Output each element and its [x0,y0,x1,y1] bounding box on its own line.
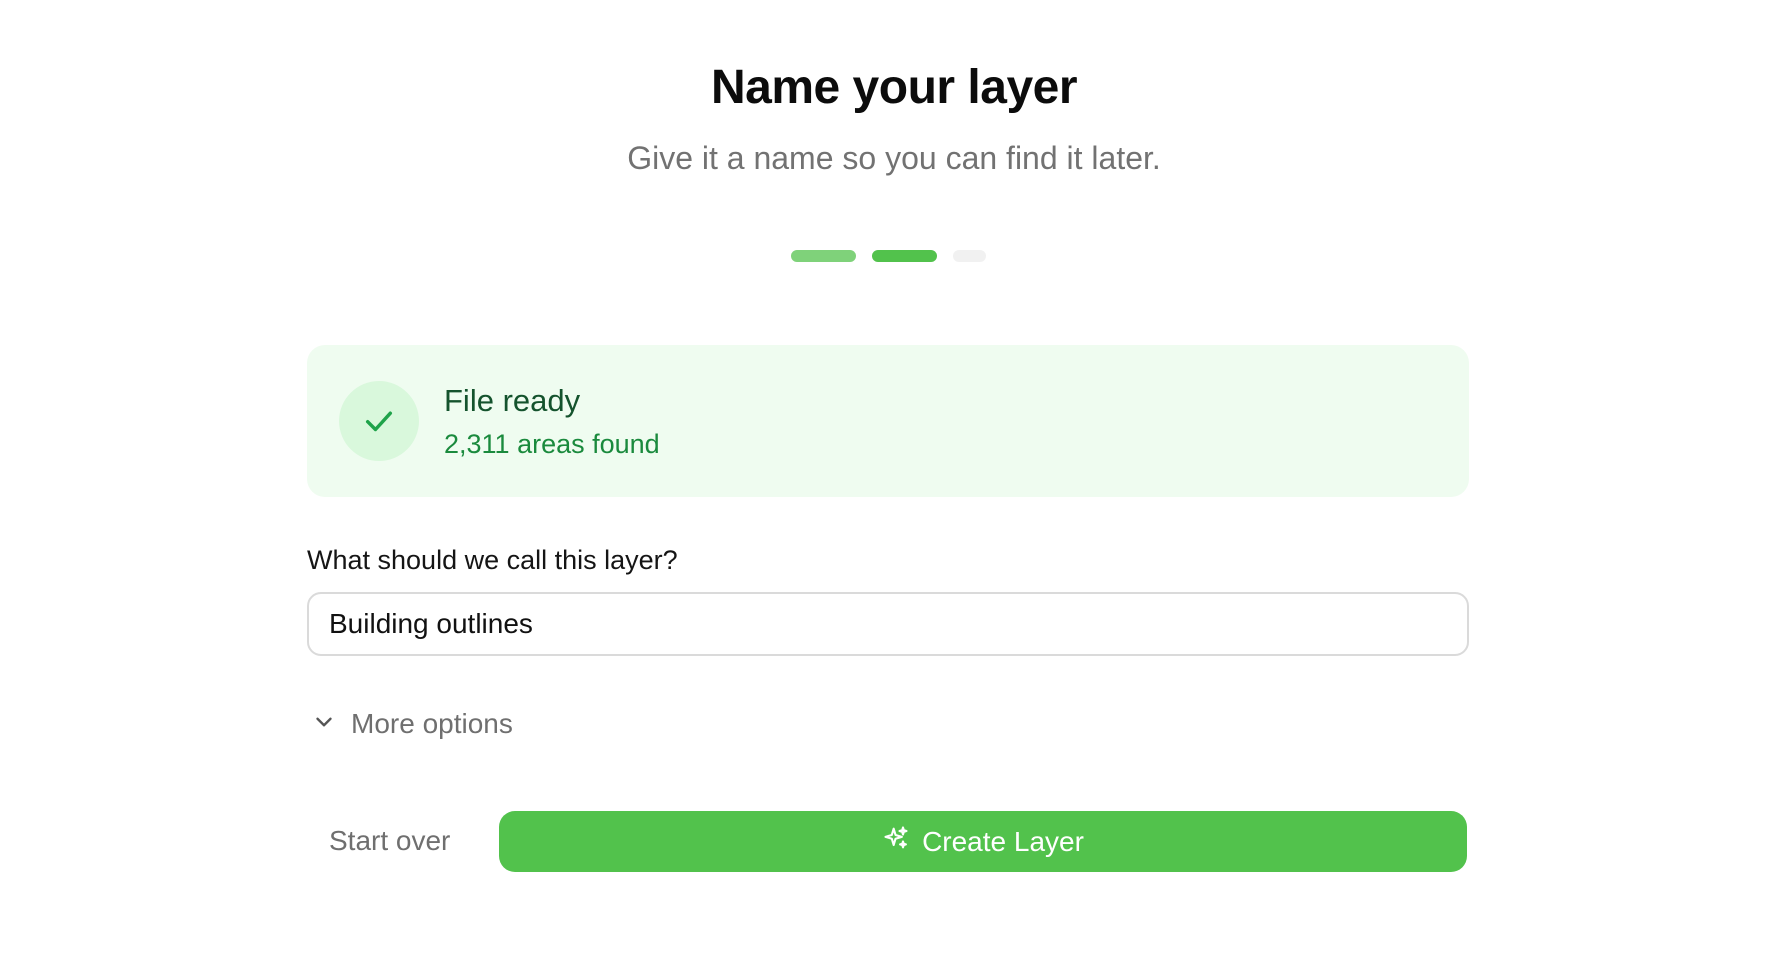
start-over-button[interactable]: Start over [307,811,473,871]
page-title: Name your layer [710,61,1078,114]
step-indicator-1 [791,250,856,262]
page-header: Name your layer Give it a name so you ca… [0,58,1788,178]
more-options-label: More options [351,708,513,739]
create-layer-label: Create Layer [922,825,1084,857]
sparkles-icon [882,824,910,859]
layer-name-label: What should we call this layer? [307,545,678,575]
step-progress [791,250,986,262]
file-status-card: File ready 2,311 areas found [307,345,1469,497]
check-icon [339,381,419,461]
create-layer-page: Name your layer Give it a name so you ca… [0,0,1788,954]
areas-found-count: 2,311 areas found [444,429,660,459]
chevron-down-icon [311,709,337,740]
page-subtitle: Give it a name so you can find it later. [627,140,1161,176]
create-layer-button[interactable]: Create Layer [499,811,1467,872]
step-indicator-2 [872,250,937,262]
step-indicator-3 [953,250,986,262]
more-options-toggle[interactable]: More options [307,704,513,744]
file-status-title: File ready [444,383,581,418]
layer-name-input[interactable] [307,592,1469,656]
